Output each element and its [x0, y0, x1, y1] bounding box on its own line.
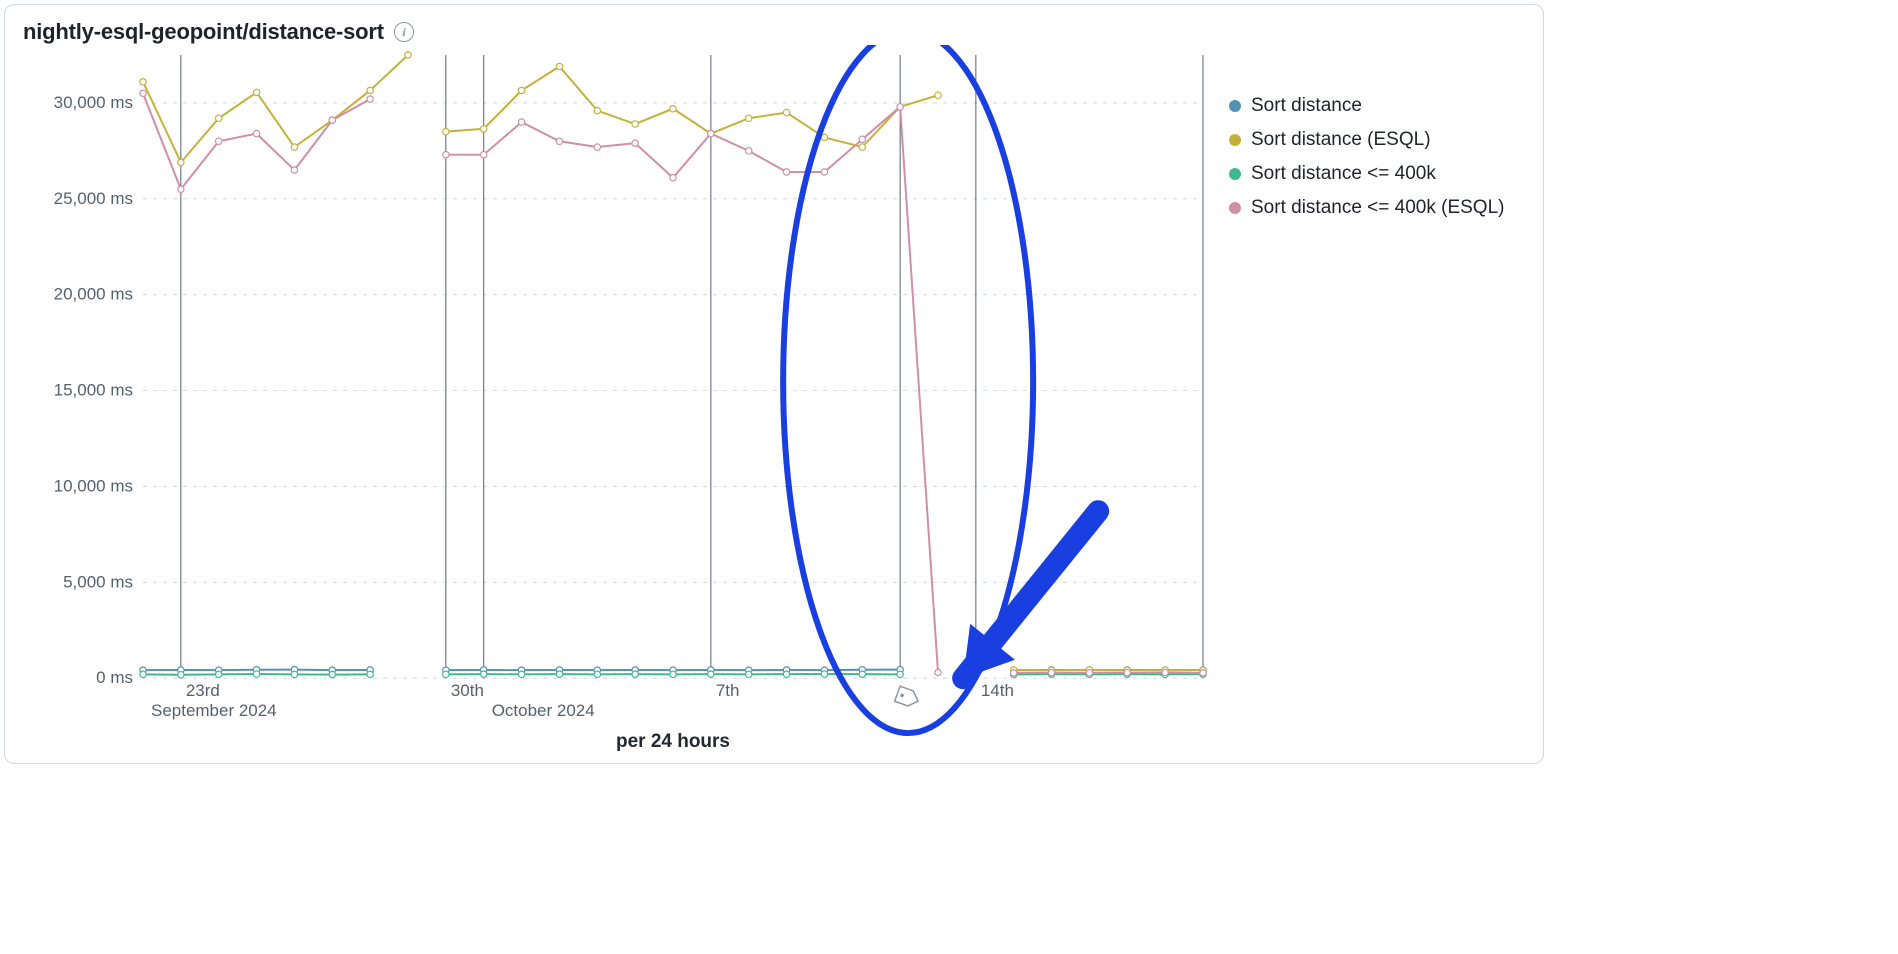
legend-item-2[interactable]: Sort distance <= 400k: [1225, 157, 1508, 191]
legend-label: Sort distance <= 400k (ESQL): [1251, 197, 1504, 219]
svg-text:14th: 14th: [981, 681, 1014, 700]
svg-text:September 2024: September 2024: [151, 701, 277, 720]
svg-text:7th: 7th: [716, 681, 740, 700]
chart-plot-area[interactable]: 0 ms 5,000 ms 10,000 ms 15,000 ms 20,000 ms 2…: [23, 45, 1213, 753]
svg-text:25,000 ms: 25,000 ms: [54, 189, 133, 208]
legend-item-0[interactable]: Sort distance: [1225, 89, 1508, 123]
legend-item-3[interactable]: Sort distance <= 400k (ESQL): [1225, 191, 1508, 225]
line-chart: 0 ms 5,000 ms 10,000 ms 15,000 ms 20,000 ms 2…: [23, 45, 1213, 753]
legend-label: Sort distance <= 400k: [1251, 163, 1436, 185]
panel-title: nightly-esql-geopoint/distance-sort: [23, 19, 384, 45]
svg-text:30th: 30th: [451, 681, 484, 700]
svg-text:15,000 ms: 15,000 ms: [54, 381, 133, 400]
legend-dot-icon: [1229, 168, 1241, 180]
panel-header: nightly-esql-geopoint/distance-sort i: [23, 19, 1525, 45]
svg-text:October 2024: October 2024: [492, 701, 595, 720]
legend-label: Sort distance (ESQL): [1251, 129, 1431, 151]
svg-text:30,000 ms: 30,000 ms: [54, 93, 133, 112]
svg-text:0 ms: 0 ms: [96, 668, 133, 687]
info-icon[interactable]: i: [394, 22, 414, 42]
legend-item-1[interactable]: Sort distance (ESQL): [1225, 123, 1508, 157]
legend-dot-icon: [1229, 134, 1241, 146]
chart-legend: Sort distance Sort distance (ESQL) Sort di…: [1225, 45, 1508, 753]
svg-text:10,000 ms: 10,000 ms: [54, 476, 133, 495]
tag-icon: [895, 686, 921, 708]
svg-text:20,000 ms: 20,000 ms: [54, 285, 133, 304]
chart-panel: nightly-esql-geopoint/distance-sort i 0 …: [4, 4, 1544, 764]
svg-text:23rd: 23rd: [186, 681, 220, 700]
legend-dot-icon: [1229, 100, 1241, 112]
svg-text:5,000 ms: 5,000 ms: [63, 572, 133, 591]
legend-label: Sort distance: [1251, 95, 1362, 117]
legend-dot-icon: [1229, 202, 1241, 214]
svg-text:per 24 hours: per 24 hours: [616, 731, 730, 752]
